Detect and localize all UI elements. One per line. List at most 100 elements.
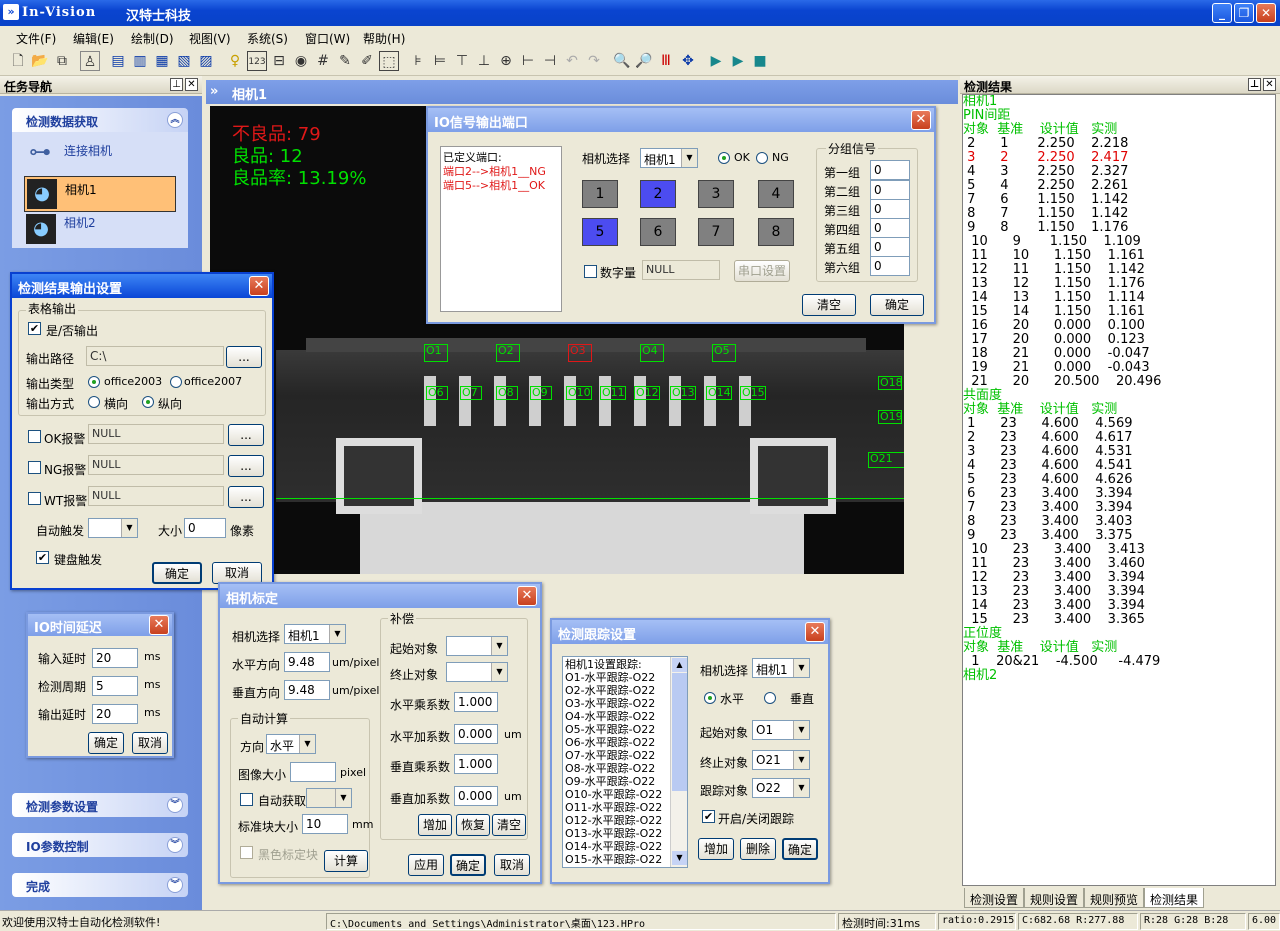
- ok-alarm-field[interactable]: NULL: [88, 424, 224, 444]
- output-ok-button[interactable]: 确定: [152, 562, 202, 584]
- tab-rule-preview[interactable]: 规则预览: [1084, 888, 1145, 908]
- calib-cam-select[interactable]: 相机1: [284, 624, 346, 644]
- group-field-2[interactable]: 0: [870, 180, 910, 200]
- horizontal-radio[interactable]: [88, 396, 100, 408]
- close-button[interactable]: ✕: [1256, 3, 1276, 23]
- wand-icon[interactable]: ✐: [357, 51, 377, 71]
- ok-radio[interactable]: [718, 152, 730, 164]
- comp-restore-button[interactable]: 恢复: [456, 814, 490, 836]
- track-start-select[interactable]: O1: [752, 720, 810, 740]
- layout5-icon[interactable]: ▨: [196, 51, 216, 71]
- redo-icon[interactable]: ↷: [584, 51, 604, 71]
- tracking-list-item[interactable]: O9-水平跟踪-O22: [565, 775, 685, 788]
- output-delay-field[interactable]: 20: [92, 704, 138, 724]
- track-obj-select[interactable]: O22: [752, 778, 810, 798]
- nav-section-acquire[interactable]: 检测数据获取 ︽: [12, 108, 188, 132]
- group-field-3[interactable]: 0: [870, 199, 910, 219]
- group-field-1[interactable]: 0: [870, 160, 910, 180]
- tracking-list-item[interactable]: O13-水平跟踪-O22: [565, 827, 685, 840]
- nav-section-params[interactable]: 检测参数设置 ︾: [12, 793, 188, 817]
- grid-icon[interactable]: #: [313, 51, 333, 71]
- v-mul-field[interactable]: 1.000: [454, 754, 498, 774]
- menu-draw[interactable]: 绘制(D): [131, 30, 174, 47]
- bulb-icon[interactable]: ♀: [225, 51, 245, 71]
- img-size-field[interactable]: [290, 762, 336, 782]
- group-field-6[interactable]: 0: [870, 256, 910, 276]
- close-icon[interactable]: ✕: [805, 622, 825, 642]
- nav-close-icon[interactable]: ✕: [185, 78, 198, 91]
- keyboard-checkbox[interactable]: ✔: [36, 551, 49, 564]
- close-icon[interactable]: ✕: [249, 276, 269, 296]
- tracking-list-item[interactable]: O6-水平跟踪-O22: [565, 736, 685, 749]
- tab-detect-results[interactable]: 检测结果: [1144, 888, 1205, 908]
- io-ok-button[interactable]: 确定: [870, 294, 924, 316]
- auto-get-select[interactable]: [306, 788, 352, 808]
- tracking-list-item[interactable]: O14-水平跟踪-O22: [565, 840, 685, 853]
- hspace-icon[interactable]: ⊢: [518, 51, 538, 71]
- comp-add-button[interactable]: 增加: [418, 814, 452, 836]
- h-dir-field[interactable]: 9.48: [284, 652, 330, 672]
- ok-alarm-browse-button[interactable]: ...: [228, 424, 264, 446]
- nav-cam1-item[interactable]: ◕ 相机1: [24, 176, 176, 212]
- align-bottom-icon[interactable]: ⊥: [474, 51, 494, 71]
- monitor-icon[interactable]: ⊟: [269, 51, 289, 71]
- tracking-list-item[interactable]: O4-水平跟踪-O22: [565, 710, 685, 723]
- tracking-list-item[interactable]: O2-水平跟踪-O22: [565, 684, 685, 697]
- track-end-select[interactable]: O21: [752, 750, 810, 770]
- collapse-icon[interactable]: ︽: [167, 112, 183, 128]
- auto-trigger-select[interactable]: [88, 518, 138, 538]
- path-field[interactable]: C:\: [86, 346, 224, 366]
- tracking-list-item[interactable]: O8-水平跟踪-O22: [565, 762, 685, 775]
- expand-icon[interactable]: ︾: [167, 877, 183, 893]
- menu-edit[interactable]: 编辑(E): [73, 30, 114, 47]
- expand-icon[interactable]: ︾: [167, 837, 183, 853]
- calib-apply-button[interactable]: 应用: [408, 854, 444, 876]
- scroll-up-icon[interactable]: ▲: [672, 658, 687, 672]
- scroll-thumb[interactable]: [672, 673, 687, 791]
- track-toggle-checkbox[interactable]: ✔: [702, 810, 715, 823]
- tracking-list-item[interactable]: O15-水平跟踪-O22: [565, 853, 685, 866]
- run-icon[interactable]: ▶: [706, 51, 726, 71]
- defined-ports-list[interactable]: 已定义端口: 端口2-->相机1__NG 端口5-->相机1__OK: [440, 146, 562, 312]
- tracking-scrollbar[interactable]: ▲ ▼: [670, 657, 687, 867]
- track-ok-button[interactable]: 确定: [782, 838, 818, 860]
- yesno-checkbox[interactable]: ✔: [28, 322, 41, 335]
- menu-help[interactable]: 帮助(H): [363, 30, 405, 47]
- expand-icon[interactable]: ︾: [167, 797, 183, 813]
- measure-icon[interactable]: Ⅲ: [656, 51, 676, 71]
- maximize-button[interactable]: ❐: [1234, 3, 1254, 23]
- pin-icon[interactable]: ⊥: [1248, 78, 1261, 91]
- track-add-button[interactable]: 增加: [698, 838, 734, 860]
- io-clear-button[interactable]: 清空: [802, 294, 856, 316]
- zoom-in-icon[interactable]: 🔍: [612, 51, 632, 71]
- io-cam-select[interactable]: 相机1: [640, 148, 698, 168]
- layout1-icon[interactable]: ▤: [108, 51, 128, 71]
- minimize-button[interactable]: _: [1212, 3, 1232, 23]
- vertical-radio[interactable]: [142, 396, 154, 408]
- vspace-icon[interactable]: ⊣: [540, 51, 560, 71]
- track-cam-select[interactable]: 相机1: [752, 658, 810, 678]
- group-field-5[interactable]: 0: [870, 237, 910, 257]
- tracking-list-item[interactable]: O3-水平跟踪-O22: [565, 697, 685, 710]
- scroll-down-icon[interactable]: ▼: [672, 851, 687, 865]
- io-delay-ok-button[interactable]: 确定: [88, 732, 124, 754]
- end-obj-select[interactable]: [446, 662, 508, 682]
- nav-cam2-label[interactable]: 相机2: [64, 214, 96, 231]
- nav-section-done[interactable]: 完成 ︾: [12, 873, 188, 897]
- io-delay-cancel-button[interactable]: 取消: [132, 732, 168, 754]
- ng-alarm-checkbox[interactable]: [28, 461, 41, 474]
- size-field[interactable]: 0: [184, 518, 226, 538]
- h-add-field[interactable]: 0.000: [454, 724, 498, 744]
- serial-settings-button[interactable]: 串口设置: [734, 260, 790, 282]
- nav-section-io[interactable]: IO参数控制 ︾: [12, 833, 188, 857]
- digital-field[interactable]: NULL: [642, 260, 720, 280]
- undo-icon[interactable]: ↶: [562, 51, 582, 71]
- layout2-icon[interactable]: ▥: [130, 51, 150, 71]
- track-delete-button[interactable]: 删除: [740, 838, 776, 860]
- open-folder-icon[interactable]: 📂: [30, 51, 50, 71]
- port-button-8[interactable]: 8: [758, 218, 794, 246]
- layout3-icon[interactable]: ▦: [152, 51, 172, 71]
- tracking-list-item[interactable]: O5-水平跟踪-O22: [565, 723, 685, 736]
- digital-checkbox[interactable]: [584, 265, 597, 278]
- office2003-radio[interactable]: [88, 376, 100, 388]
